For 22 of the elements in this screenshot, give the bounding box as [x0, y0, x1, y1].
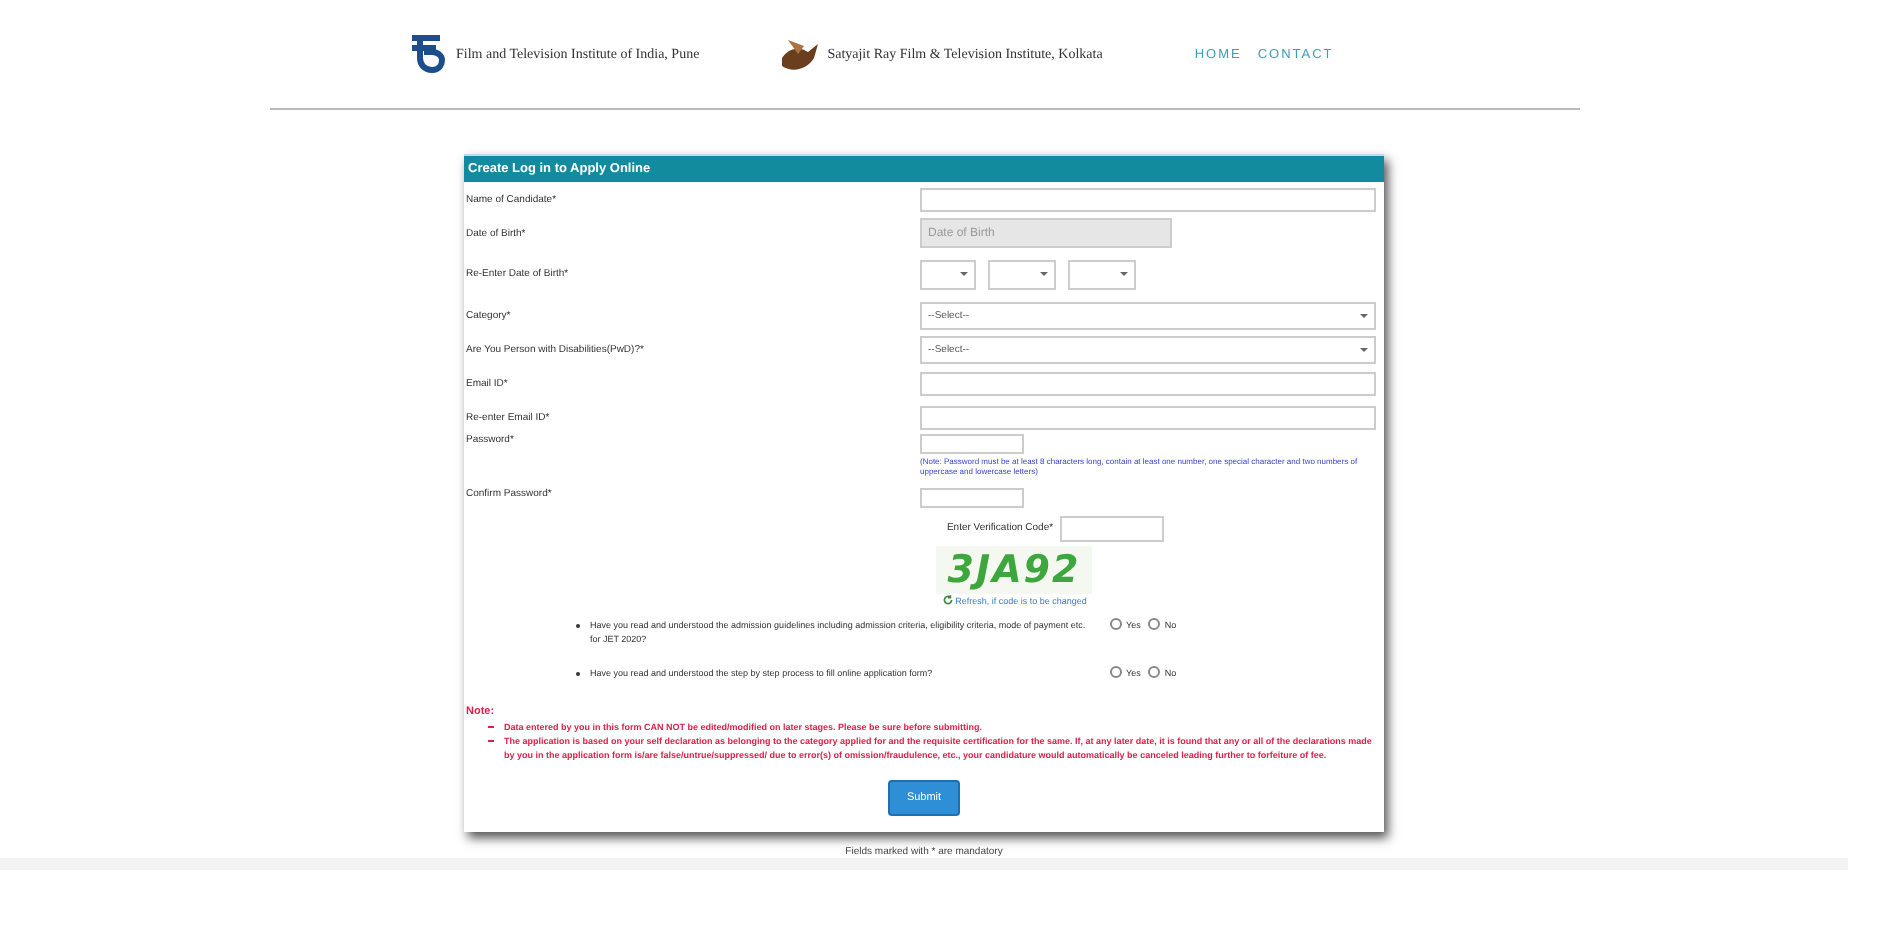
input-field[interactable]	[1059, 515, 1164, 541]
captcha-image: 3JA92	[935, 546, 1093, 594]
password-field[interactable]	[920, 434, 1024, 454]
dash-icon	[488, 740, 494, 742]
dropdown[interactable]	[988, 259, 1056, 289]
input-field[interactable]	[920, 488, 1024, 508]
dash-icon	[488, 726, 494, 728]
input-field[interactable]	[920, 371, 1376, 395]
refresh-icon[interactable]	[941, 594, 954, 606]
dropdown[interactable]	[1068, 259, 1136, 289]
caret-icon	[1360, 347, 1368, 351]
radio-button[interactable]	[1148, 666, 1161, 678]
radio-button[interactable]	[1110, 618, 1122, 630]
caret-icon	[1360, 313, 1368, 317]
input-field[interactable]	[920, 187, 1376, 211]
caret-icon	[1040, 272, 1048, 276]
dropdown[interactable]	[920, 259, 976, 289]
caret-icon	[1120, 272, 1128, 276]
caret-icon	[960, 272, 968, 276]
radio-button[interactable]	[1148, 618, 1161, 630]
radio-button[interactable]	[1110, 666, 1122, 678]
input-field[interactable]	[920, 405, 1376, 429]
